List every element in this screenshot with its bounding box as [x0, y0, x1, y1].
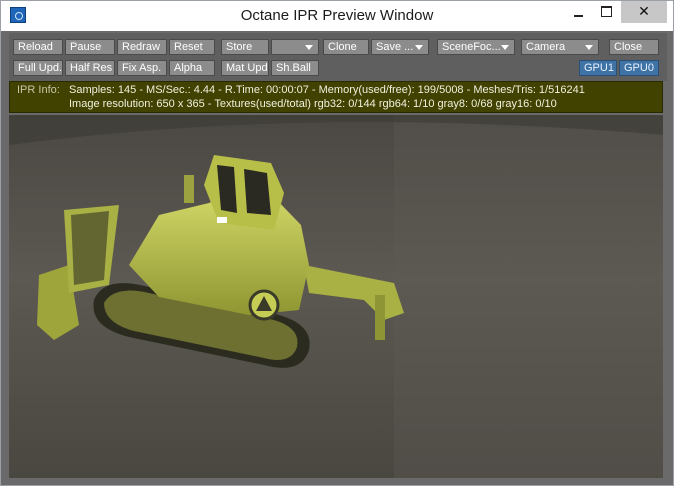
- reload-button[interactable]: Reload: [13, 39, 63, 55]
- camera-dropdown[interactable]: Camera: [521, 39, 599, 55]
- save-label: Save ...: [376, 41, 414, 53]
- half-res-button[interactable]: Half Res: [65, 60, 115, 76]
- scene-focus-label: SceneFoc...: [442, 41, 501, 53]
- reset-button[interactable]: Reset: [169, 39, 215, 55]
- minimize-button[interactable]: [565, 1, 591, 23]
- close-button[interactable]: Close: [609, 39, 659, 55]
- clone-button[interactable]: Clone: [323, 39, 369, 55]
- fix-aspect-button[interactable]: Fix Asp.: [117, 60, 167, 76]
- full-update-button[interactable]: Full Upd.: [13, 60, 63, 76]
- alpha-button[interactable]: Alpha: [169, 60, 215, 76]
- maximize-icon: [600, 6, 612, 17]
- gpu1-toggle[interactable]: GPU1: [579, 60, 617, 76]
- material-update-button[interactable]: Mat Upd: [221, 60, 269, 76]
- close-icon: ✕: [638, 3, 650, 19]
- store-button[interactable]: Store: [221, 39, 269, 55]
- chevron-down-icon: [501, 45, 509, 50]
- gpu0-toggle[interactable]: GPU0: [619, 60, 659, 76]
- ipr-info-label: IPR Info:: [17, 84, 60, 96]
- chevron-down-icon: [305, 45, 313, 50]
- title-bar[interactable]: Octane IPR Preview Window ✕: [1, 1, 673, 31]
- camera-label: Camera: [526, 41, 566, 53]
- minimize-icon: [573, 15, 583, 17]
- toolbar: Reload Pause Redraw Reset Store Clone Sa…: [9, 33, 667, 81]
- chevron-down-icon: [585, 45, 593, 50]
- ipr-info-resolution: Image resolution: 650 x 365 - Textures(u…: [69, 98, 557, 110]
- ipr-info-stats: Samples: 145 - MS/Sec.: 4.44 - R.Time: 0…: [69, 84, 585, 96]
- save-dropdown[interactable]: Save ...: [371, 39, 429, 55]
- store-slot-dropdown[interactable]: [271, 39, 319, 55]
- render-image: [9, 115, 663, 478]
- scene-focus-dropdown[interactable]: SceneFoc...: [437, 39, 515, 55]
- shader-ball-button[interactable]: Sh.Ball: [271, 60, 319, 76]
- octane-ipr-window: Octane IPR Preview Window ✕ Reload Pause…: [0, 0, 674, 486]
- ipr-info-panel: IPR Info: Samples: 145 - MS/Sec.: 4.44 -…: [9, 81, 663, 113]
- redraw-button[interactable]: Redraw: [117, 39, 167, 55]
- chevron-down-icon: [415, 45, 423, 50]
- pause-button[interactable]: Pause: [65, 39, 115, 55]
- close-window-button[interactable]: ✕: [621, 1, 667, 23]
- render-viewport[interactable]: [9, 115, 663, 478]
- maximize-button[interactable]: [593, 1, 619, 23]
